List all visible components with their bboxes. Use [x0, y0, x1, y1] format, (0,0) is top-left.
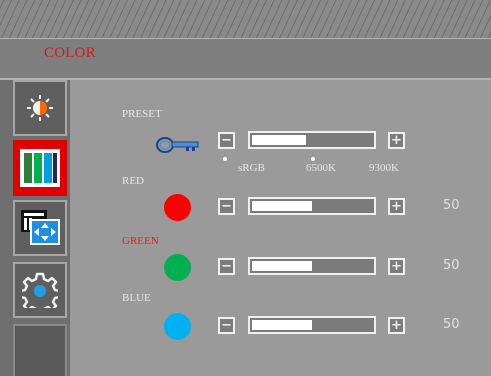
- green-plus-button[interactable]: +: [388, 258, 405, 275]
- blue-plus-button[interactable]: +: [388, 317, 405, 334]
- tab-color[interactable]: [13, 140, 67, 196]
- osd-menu: COLOR PRESET − + sRGB 6500K 9300K RED − …: [0, 0, 491, 376]
- red-slider-fill: [252, 201, 312, 211]
- tab-picture[interactable]: [13, 200, 67, 256]
- red-slider[interactable]: [248, 197, 376, 215]
- blue-slider[interactable]: [248, 316, 376, 334]
- plus-glyph: +: [391, 317, 402, 333]
- green-label: GREEN: [122, 235, 159, 247]
- preset-option-9300k[interactable]: 9300K: [369, 162, 399, 174]
- plus-glyph: +: [391, 132, 402, 148]
- minus-glyph: −: [221, 198, 232, 214]
- preset-option-srgb[interactable]: sRGB: [238, 162, 265, 174]
- key-icon: [156, 137, 199, 153]
- minus-glyph: −: [221, 258, 232, 274]
- preset-tick-dot: [223, 157, 227, 161]
- header-divider: [0, 38, 491, 39]
- minus-glyph: −: [221, 132, 232, 148]
- plus-glyph: +: [391, 198, 402, 214]
- preset-slider[interactable]: [248, 131, 376, 149]
- green-swatch: [164, 254, 191, 281]
- green-slider[interactable]: [248, 257, 376, 275]
- red-minus-button[interactable]: −: [218, 198, 235, 215]
- preset-option-6500k[interactable]: 6500K: [306, 162, 336, 174]
- header-bottom-border: [0, 78, 491, 80]
- preset-tick-dot: [311, 157, 315, 161]
- page-title: COLOR: [44, 45, 96, 61]
- sidebar: [0, 80, 70, 376]
- picture-position-icon: [21, 210, 60, 245]
- blue-value: 50: [443, 317, 460, 332]
- minus-glyph: −: [221, 317, 232, 333]
- tab-brightness[interactable]: [13, 80, 67, 136]
- red-value: 50: [443, 198, 460, 213]
- preset-slider-fill: [252, 135, 306, 145]
- blue-minus-button[interactable]: −: [218, 317, 235, 334]
- red-swatch: [164, 194, 191, 221]
- blue-slider-fill: [252, 320, 312, 330]
- tab-blank[interactable]: [13, 324, 67, 376]
- preset-minus-button[interactable]: −: [218, 132, 235, 149]
- preset-label: PRESET: [122, 108, 162, 120]
- red-plus-button[interactable]: +: [388, 198, 405, 215]
- green-slider-fill: [252, 261, 312, 271]
- tab-settings[interactable]: [13, 262, 67, 318]
- blue-label: BLUE: [122, 292, 151, 304]
- preset-plus-button[interactable]: +: [388, 132, 405, 149]
- brightness-sun-icon: [27, 95, 53, 121]
- gear-icon: [22, 272, 58, 308]
- color-bars-icon: [20, 149, 60, 187]
- blue-swatch: [164, 313, 191, 340]
- green-value: 50: [443, 258, 460, 273]
- header-hatch-pattern: [0, 0, 491, 38]
- green-minus-button[interactable]: −: [218, 258, 235, 275]
- red-label: RED: [122, 175, 144, 187]
- plus-glyph: +: [391, 258, 402, 274]
- header: COLOR: [0, 0, 491, 78]
